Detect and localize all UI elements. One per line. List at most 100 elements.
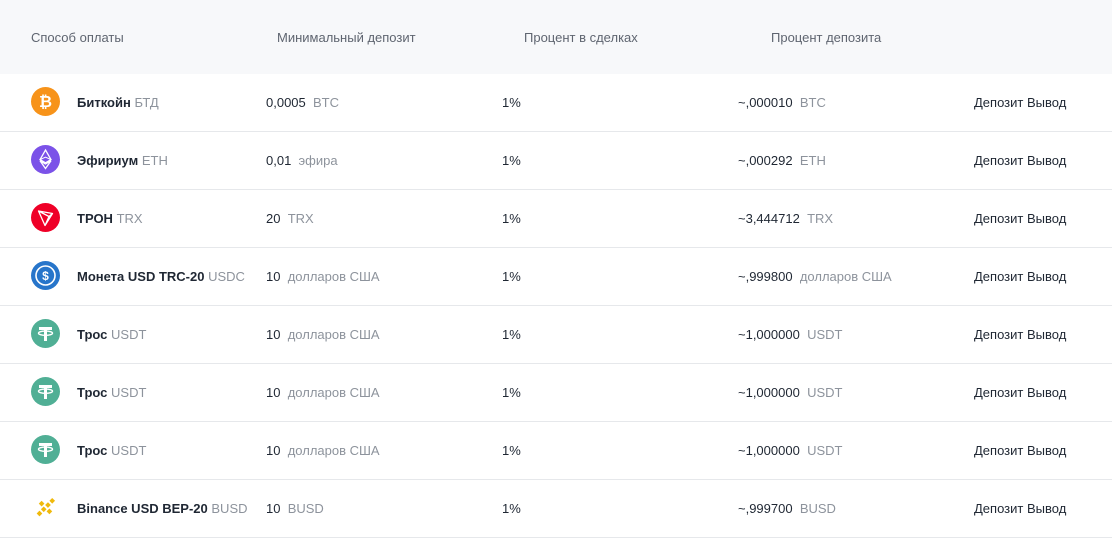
deposit-percent-value: ~1,000000 [738, 327, 800, 342]
tether-icon [31, 377, 60, 406]
deposit-percent-cell: ~1,000000 USDT [738, 443, 842, 458]
deposit-percent-unit: USDT [807, 385, 843, 400]
min-deposit-cell: 10 долларов США [266, 385, 380, 400]
row-actions: Депозит Вывод [974, 443, 1066, 458]
currency-name: Трос [77, 443, 108, 458]
tron-icon [31, 203, 60, 232]
table-row: Эфириум ETH 0,01 эфира 1% ~,000292 ETH Депоз… [0, 132, 1112, 190]
usdc-icon: $ [31, 261, 60, 290]
min-deposit-unit: долларов США [287, 327, 380, 342]
min-deposit-cell: 10 долларов США [266, 269, 380, 284]
column-header-min-deposit: Минимальный депозит [277, 30, 416, 45]
deposit-link[interactable]: Депозит [974, 269, 1023, 284]
deposit-link[interactable]: Депозит [974, 385, 1023, 400]
withdraw-link[interactable]: Вывод [1027, 443, 1066, 458]
min-deposit-value: 20 [266, 211, 281, 226]
payment-method-name: Трос USDT [77, 327, 146, 342]
payment-method-name: Монета USD TRC-20 USDC [77, 269, 245, 284]
deposit-percent-unit: ETH [799, 153, 826, 168]
row-actions: Депозит Вывод [974, 269, 1066, 284]
deposit-percent-unit: долларов США [799, 269, 892, 284]
deposit-percent-cell: ~,000010 BTC [738, 95, 826, 110]
min-deposit-cell: 10 долларов США [266, 443, 380, 458]
currency-ticker: ETH [141, 153, 168, 168]
trade-percent-cell: 1% [502, 211, 521, 226]
min-deposit-unit: долларов США [287, 269, 380, 284]
table-row: ТРОН TRX 20 TRX 1% ~3,444712 TRX Депозит Выв… [0, 190, 1112, 248]
currency-ticker: БТД [134, 95, 159, 110]
trade-percent-cell: 1% [502, 501, 521, 516]
trade-percent-cell: 1% [502, 327, 521, 342]
ethereum-icon [31, 145, 60, 174]
deposit-percent-cell: ~,999800 долларов США [738, 269, 892, 284]
withdraw-link[interactable]: Вывод [1027, 153, 1066, 168]
column-header-deposit-percent: Процент депозита [771, 30, 882, 45]
withdraw-link[interactable]: Вывод [1027, 385, 1066, 400]
table-row: ₿ Биткойн БТД 0,0005 BTC 1% ~,000010 BTC Депо… [0, 74, 1112, 132]
deposit-percent-unit: BUSD [799, 501, 836, 516]
min-deposit-unit: долларов США [287, 443, 380, 458]
deposit-link[interactable]: Депозит [974, 211, 1023, 226]
deposit-percent-cell: ~,000292 ETH [738, 153, 826, 168]
tether-icon [31, 319, 60, 348]
deposit-percent-cell: ~,999700 BUSD [738, 501, 836, 516]
table-row: Трос USDT 10 долларов США 1% ~1,000000 USDT… [0, 422, 1112, 480]
min-deposit-value: 0,01 [266, 153, 292, 168]
payment-method-name: Binance USD BEP-20 BUSD [77, 501, 248, 516]
min-deposit-cell: 10 долларов США [266, 327, 380, 342]
table-row: Binance USD BEP-20 BUSD 10 BUSD 1% ~,999700… [0, 480, 1112, 538]
deposit-percent-cell: ~1,000000 USDT [738, 385, 842, 400]
currency-ticker: USDT [111, 443, 147, 458]
svg-text:$: $ [42, 269, 49, 283]
min-deposit-cell: 0,01 эфира [266, 153, 338, 168]
deposit-percent-value: ~1,000000 [738, 443, 800, 458]
currency-ticker: USDT [111, 385, 147, 400]
min-deposit-cell: 10 BUSD [266, 501, 324, 516]
currency-name: Трос [77, 385, 108, 400]
payment-method-name: Трос USDT [77, 443, 146, 458]
min-deposit-unit: BUSD [287, 501, 324, 516]
deposit-link[interactable]: Депозит [974, 443, 1023, 458]
currency-ticker: USDT [111, 327, 147, 342]
deposit-percent-unit: USDT [807, 443, 843, 458]
trade-percent-cell: 1% [502, 95, 521, 110]
svg-text:₿: ₿ [39, 93, 52, 111]
min-deposit-value: 10 [266, 269, 281, 284]
min-deposit-unit: TRX [287, 211, 314, 226]
payment-method-name: Трос USDT [77, 385, 146, 400]
withdraw-link[interactable]: Вывод [1027, 327, 1066, 342]
deposit-link[interactable]: Депозит [974, 95, 1023, 110]
row-actions: Депозит Вывод [974, 95, 1066, 110]
min-deposit-value: 10 [266, 385, 281, 400]
deposit-percent-unit: USDT [807, 327, 843, 342]
withdraw-link[interactable]: Вывод [1027, 95, 1066, 110]
binance-usd-icon [31, 493, 60, 522]
deposit-percent-unit: TRX [807, 211, 834, 226]
min-deposit-cell: 20 TRX [266, 211, 314, 226]
currency-name: Биткойн [77, 95, 131, 110]
payment-method-name: ТРОН TRX [77, 211, 143, 226]
currency-name: Монета USD TRC-20 [77, 269, 205, 284]
deposit-link[interactable]: Депозит [974, 153, 1023, 168]
deposit-link[interactable]: Депозит [974, 501, 1023, 516]
deposit-percent-cell: ~3,444712 TRX [738, 211, 833, 226]
column-header-trade-percent: Процент в сделках [524, 30, 638, 45]
deposit-link[interactable]: Депозит [974, 327, 1023, 342]
withdraw-link[interactable]: Вывод [1027, 269, 1066, 284]
withdraw-link[interactable]: Вывод [1027, 501, 1066, 516]
min-deposit-unit: эфира [298, 153, 338, 168]
min-deposit-value: 10 [266, 501, 281, 516]
trade-percent-cell: 1% [502, 153, 521, 168]
table-row: $ Монета USD TRC-20 USDC 10 долларов США 1%… [0, 248, 1112, 306]
trade-percent-cell: 1% [502, 443, 521, 458]
deposit-percent-value: ~,000292 [738, 153, 793, 168]
withdraw-link[interactable]: Вывод [1027, 211, 1066, 226]
currency-name: Трос [77, 327, 108, 342]
deposit-percent-value: ~,000010 [738, 95, 793, 110]
bitcoin-icon: ₿ [31, 87, 60, 116]
currency-ticker: USDC [208, 269, 245, 284]
deposit-percent-value: ~,999700 [738, 501, 793, 516]
currency-name: Эфириум [77, 153, 139, 168]
min-deposit-value: 10 [266, 443, 281, 458]
min-deposit-unit: долларов США [287, 385, 380, 400]
